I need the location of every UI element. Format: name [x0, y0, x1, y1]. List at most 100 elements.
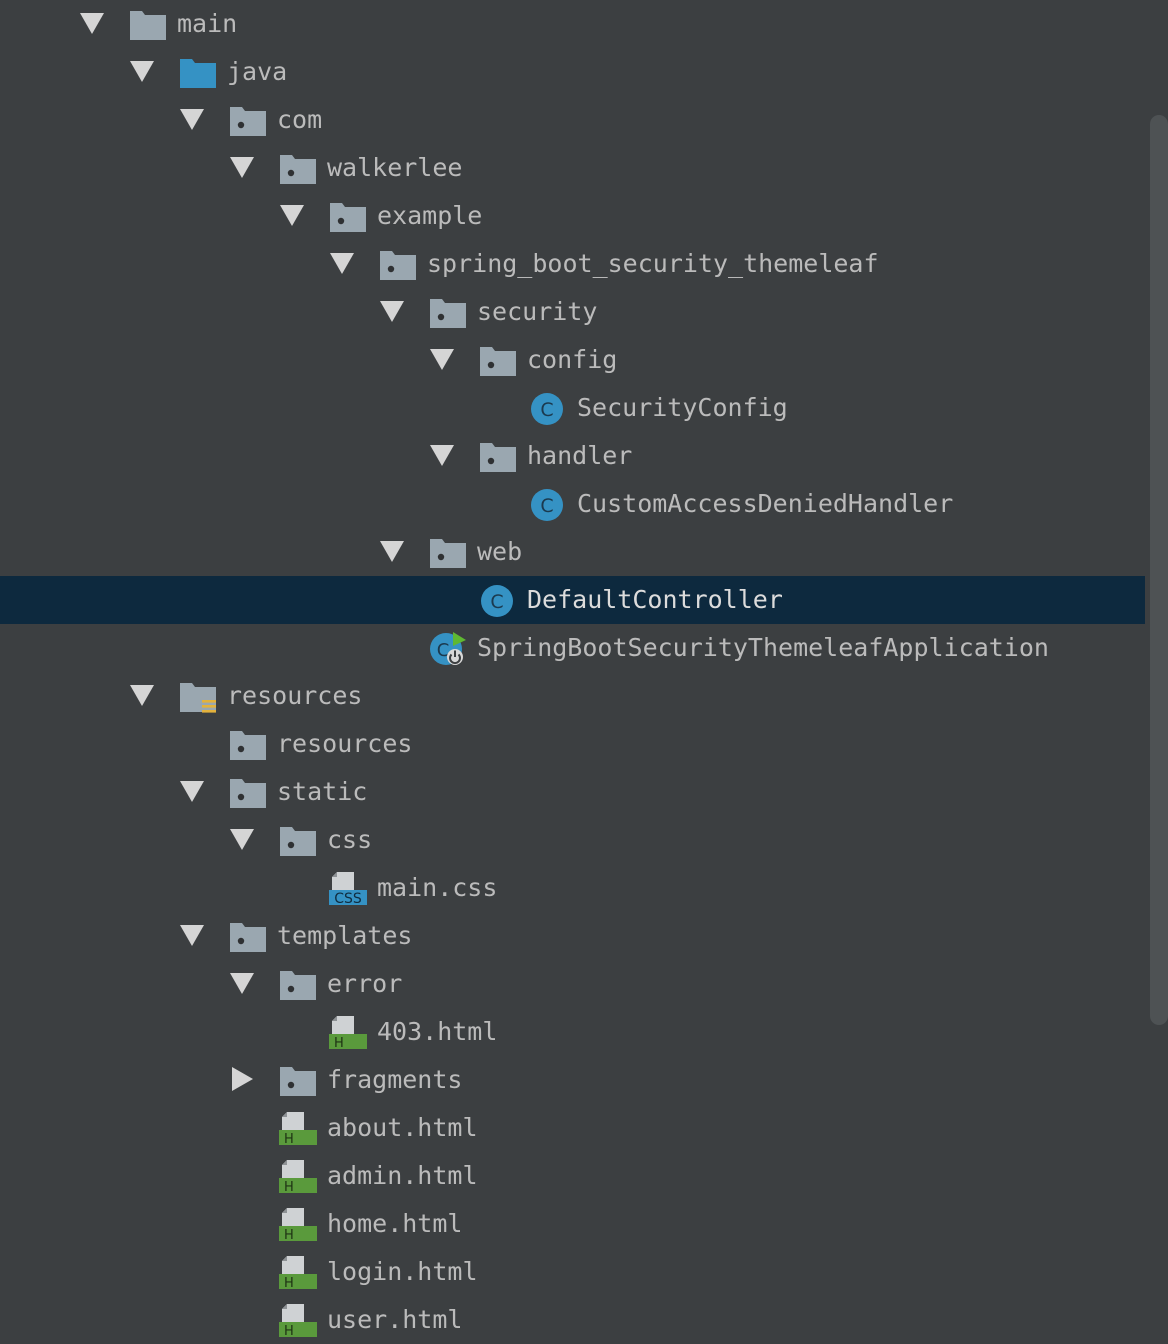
package-icon	[329, 198, 367, 234]
svg-text:H: H	[284, 1180, 294, 1194]
tree-item-label: main	[177, 9, 238, 38]
expand-arrow-down-icon[interactable]	[329, 250, 355, 276]
svg-text:H: H	[284, 1132, 294, 1146]
svg-text:H: H	[284, 1324, 294, 1338]
expand-arrow-down-icon[interactable]	[179, 778, 205, 804]
tree-item-label: templates	[277, 921, 413, 950]
tree-item-label: home.html	[327, 1209, 463, 1238]
tree-row[interactable]: fragments	[0, 1056, 1145, 1104]
tree-row[interactable]: main	[0, 0, 1145, 48]
tree-row[interactable]: H about.html	[0, 1104, 1145, 1152]
tree-item-label: admin.html	[327, 1161, 478, 1190]
spring-boot-app-icon: C	[429, 630, 467, 666]
tree-row[interactable]: error	[0, 960, 1145, 1008]
java-class-icon: C	[529, 390, 567, 426]
tree-row[interactable]: com	[0, 96, 1145, 144]
html-file-icon: H	[279, 1158, 317, 1195]
tree-row[interactable]: spring_boot_security_themeleaf	[0, 240, 1145, 288]
tree-row[interactable]: H admin.html	[0, 1152, 1145, 1200]
source-folder-icon	[179, 54, 217, 90]
html-file-icon: H	[279, 1206, 317, 1243]
tree-item-label: security	[477, 297, 598, 326]
expand-arrow-down-icon[interactable]	[229, 154, 255, 180]
package-icon	[429, 294, 467, 330]
expand-arrow-down-icon[interactable]	[279, 202, 305, 228]
html-file-icon: H	[329, 1014, 367, 1051]
svg-text:CSS: CSS	[334, 891, 362, 906]
tree-row[interactable]: walkerlee	[0, 144, 1145, 192]
tree-item-label: resources	[277, 729, 413, 758]
tree-row[interactable]: H user.html	[0, 1296, 1145, 1344]
tree-row[interactable]: H home.html	[0, 1200, 1145, 1248]
tree-row[interactable]: CSS main.css	[0, 864, 1145, 912]
tree-row[interactable]: templates	[0, 912, 1145, 960]
package-icon	[229, 726, 267, 762]
tree-row[interactable]: H login.html	[0, 1248, 1145, 1296]
tree-row[interactable]: C CustomAccessDeniedHandler	[0, 480, 1145, 528]
tree-item-label: fragments	[327, 1065, 463, 1094]
html-file-icon: H	[279, 1254, 317, 1291]
project-tree: main java com walkerlee example spring_b…	[0, 0, 1145, 1339]
package-icon	[229, 918, 267, 954]
tree-item-label: 403.html	[377, 1017, 498, 1046]
svg-text:C: C	[540, 399, 553, 421]
resources-root-icon	[179, 678, 217, 714]
expand-arrow-down-icon[interactable]	[229, 970, 255, 996]
tree-item-label: DefaultController	[527, 585, 783, 614]
package-icon	[379, 246, 417, 282]
tree-item-label: login.html	[327, 1257, 478, 1286]
tree-item-label: java	[227, 57, 288, 86]
tree-item-label: css	[327, 825, 373, 854]
tree-row[interactable]: security	[0, 288, 1145, 336]
html-file-icon: H	[279, 1110, 317, 1147]
tree-row[interactable]: C SecurityConfig	[0, 384, 1145, 432]
tree-row[interactable]: java	[0, 48, 1145, 96]
package-icon	[429, 534, 467, 570]
svg-text:H: H	[284, 1276, 294, 1290]
expand-arrow-down-icon[interactable]	[179, 106, 205, 132]
tree-row[interactable]: handler	[0, 432, 1145, 480]
expand-arrow-down-icon[interactable]	[129, 682, 155, 708]
package-icon	[279, 822, 317, 858]
tree-item-label: handler	[527, 441, 633, 470]
html-file-icon: H	[279, 1302, 317, 1339]
tree-row[interactable]: web	[0, 528, 1145, 576]
tree-item-label: resources	[227, 681, 363, 710]
expand-arrow-down-icon[interactable]	[79, 10, 105, 36]
vertical-scrollbar[interactable]	[1150, 115, 1168, 1025]
expand-arrow-down-icon[interactable]	[179, 922, 205, 948]
tree-item-label: config	[527, 345, 618, 374]
tree-row[interactable]: config	[0, 336, 1145, 384]
tree-item-label: main.css	[377, 873, 498, 902]
svg-text:H: H	[334, 1036, 344, 1050]
tree-item-label: web	[477, 537, 523, 566]
tree-row[interactable]: C SpringBootSecurityThemeleafApplication	[0, 624, 1145, 672]
java-class-icon: C	[529, 486, 567, 522]
package-icon	[229, 102, 267, 138]
expand-arrow-down-icon[interactable]	[229, 826, 255, 852]
tree-row[interactable]: static	[0, 768, 1145, 816]
svg-text:C: C	[540, 495, 553, 517]
expand-arrow-down-icon[interactable]	[379, 538, 405, 564]
package-icon	[229, 774, 267, 810]
tree-row[interactable]: H 403.html	[0, 1008, 1145, 1056]
tree-item-label: static	[277, 777, 368, 806]
package-icon	[279, 1062, 317, 1098]
tree-item-label: example	[377, 201, 483, 230]
expand-arrow-down-icon[interactable]	[429, 442, 455, 468]
tree-row[interactable]: C DefaultController	[0, 576, 1145, 624]
tree-row[interactable]: resources	[0, 720, 1145, 768]
expand-arrow-down-icon[interactable]	[429, 346, 455, 372]
tree-row[interactable]: example	[0, 192, 1145, 240]
tree-item-label: walkerlee	[327, 153, 463, 182]
tree-row[interactable]: resources	[0, 672, 1145, 720]
expand-arrow-down-icon[interactable]	[379, 298, 405, 324]
tree-item-label: error	[327, 969, 403, 998]
package-icon	[279, 966, 317, 1002]
tree-row[interactable]: css	[0, 816, 1145, 864]
tree-item-label: com	[277, 105, 323, 134]
css-file-icon: CSS	[329, 870, 367, 907]
collapse-arrow-right-icon[interactable]	[229, 1066, 255, 1092]
tree-item-label: CustomAccessDeniedHandler	[577, 489, 954, 518]
expand-arrow-down-icon[interactable]	[129, 58, 155, 84]
